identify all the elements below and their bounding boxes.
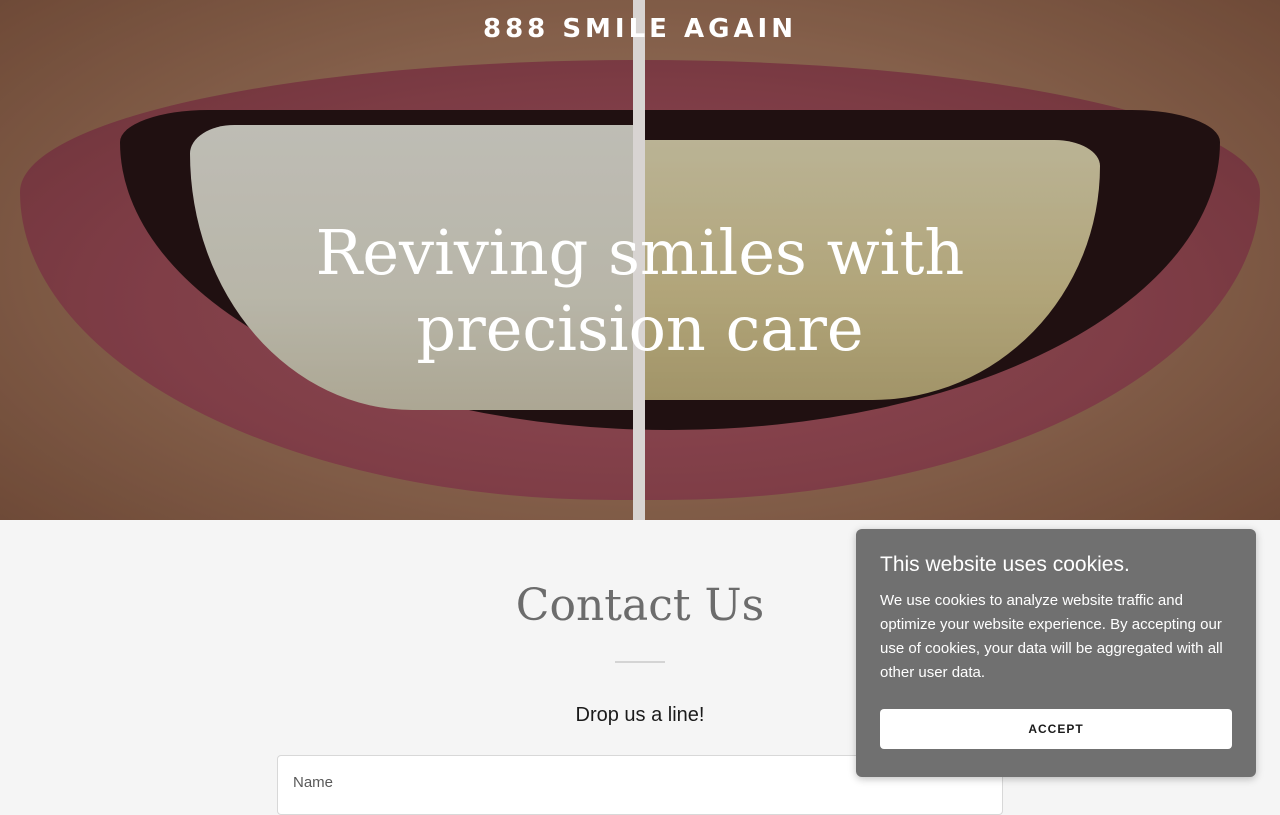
cookie-banner-text: We use cookies to analyze website traffi… [880, 592, 1223, 681]
site-brand-title[interactable]: 888 SMILE AGAIN [0, 14, 1280, 44]
hero-section: 888 SMILE AGAIN Reviving smiles with pre… [0, 0, 1280, 520]
hero-headline: Reviving smiles with precision care [315, 216, 965, 365]
cookie-banner: This website uses cookies. We use cookie… [856, 529, 1256, 777]
title-divider [615, 661, 665, 663]
accept-cookies-button[interactable]: ACCEPT [880, 709, 1232, 749]
cookie-banner-title: This website uses cookies. [880, 553, 1130, 576]
name-field-placeholder: Name [293, 774, 334, 791]
